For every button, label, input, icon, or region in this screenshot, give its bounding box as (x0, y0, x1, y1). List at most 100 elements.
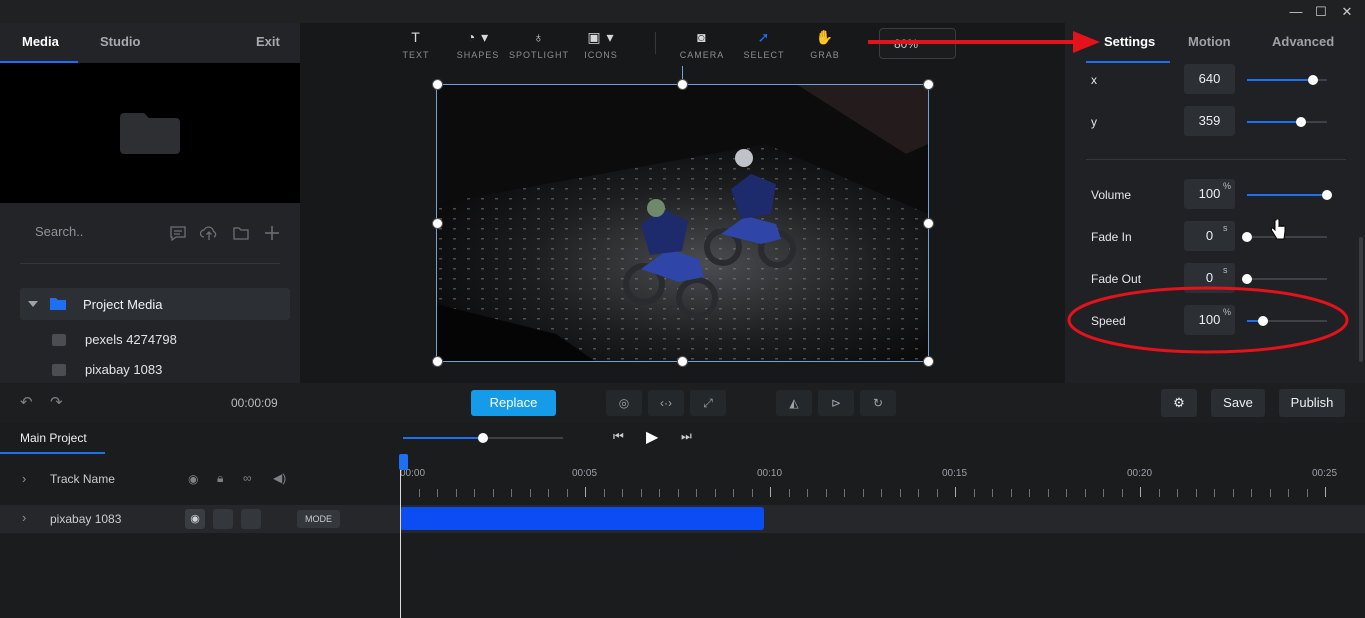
ruler-tick (1306, 489, 1308, 497)
tab-settings[interactable]: Settings (1104, 34, 1155, 49)
lock-toggle[interactable] (213, 509, 233, 529)
resize-handle-sw[interactable] (432, 356, 443, 367)
ruler-tick (1158, 489, 1160, 497)
media-item[interactable]: pexels 4274798 (52, 331, 252, 351)
ruler-tick (1269, 489, 1271, 497)
tool-grab[interactable]: ✋ GRAB (795, 30, 855, 60)
flip-vertical-icon[interactable]: ⊳ (818, 390, 854, 416)
slider-knob[interactable] (1322, 190, 1332, 200)
param-slider[interactable] (1247, 121, 1327, 123)
hand-cursor-icon (1270, 219, 1286, 240)
expand-icon[interactable]: ⤢ (690, 390, 726, 416)
tool-label: GRAB (810, 50, 840, 60)
skip-back-icon[interactable]: ⏮ (613, 429, 624, 444)
tool-shapes[interactable]: ◔ ▾ SHAPES (448, 30, 508, 60)
tool-icons[interactable]: ▣ ▾ ICONS (571, 30, 631, 60)
param-label: Fade In (1091, 230, 1132, 244)
playhead[interactable] (400, 455, 401, 618)
ruler-tick (992, 489, 993, 497)
playhead-handle[interactable] (399, 454, 408, 470)
ruler-tick (751, 489, 753, 497)
timeline-clip[interactable] (400, 507, 764, 530)
ruler-tick (918, 489, 919, 497)
tool-label: SHAPES (456, 50, 500, 60)
param-slider[interactable] (1247, 236, 1327, 238)
close-button[interactable]: ✕ (1337, 2, 1357, 22)
lock-icon[interactable]: 🔒︎ (217, 471, 223, 486)
target-icon[interactable]: ◎ (606, 390, 642, 416)
resize-handle-ne[interactable] (923, 79, 934, 90)
rotate-stem (682, 66, 683, 80)
exit-button[interactable]: Exit (256, 34, 280, 49)
tool-text[interactable]: T TEXT (386, 30, 446, 60)
tab-main-project[interactable]: Main Project (20, 431, 87, 445)
ruler-tick (492, 489, 494, 497)
flip-horizontal-icon[interactable]: ◭ (776, 390, 812, 416)
ruler-tick (696, 489, 697, 497)
resize-handle-se[interactable] (923, 356, 934, 367)
tool-spotlight[interactable]: ♁ SPOTLIGHT (509, 30, 569, 60)
tool-label: SPOTLIGHT (509, 50, 570, 60)
param-slider[interactable] (1247, 278, 1327, 280)
maximize-button[interactable]: ☐ (1311, 2, 1331, 22)
resize-handle-n[interactable] (677, 79, 688, 90)
slider-knob[interactable] (1307, 75, 1318, 85)
tab-motion[interactable]: Motion (1188, 34, 1231, 49)
redo-icon[interactable]: ↷ (50, 393, 63, 411)
param-input[interactable]: 100% (1184, 179, 1235, 209)
folder-icon (120, 113, 180, 154)
scrollbar[interactable] (1359, 237, 1363, 362)
cloud-upload-icon[interactable] (200, 224, 218, 242)
mode-button[interactable]: MODE (297, 510, 340, 528)
folder-outline-icon[interactable] (232, 224, 250, 242)
ruler-tick (1177, 489, 1178, 497)
resize-handle-w[interactable] (432, 218, 443, 229)
tool-camera[interactable]: ◙ CAMERA (672, 30, 732, 60)
tab-advanced[interactable]: Advanced (1272, 34, 1334, 49)
undo-icon[interactable]: ↶ (20, 393, 33, 411)
eye-icon[interactable]: ◉ (188, 472, 198, 486)
play-icon[interactable]: ▶ (646, 427, 658, 447)
ruler-tick (677, 489, 679, 497)
param-input[interactable]: 640 (1184, 64, 1235, 94)
resize-handle-s[interactable] (677, 356, 688, 367)
ruler-tick (1029, 489, 1030, 497)
resize-handle-e[interactable] (923, 218, 934, 229)
param-input[interactable]: 0s (1184, 221, 1235, 251)
slider-knob[interactable] (1242, 232, 1252, 242)
annotation-ellipse (1067, 286, 1349, 354)
tab-studio[interactable]: Studio (100, 34, 140, 49)
replace-button[interactable]: Replace (471, 390, 556, 416)
minimize-button[interactable]: — (1286, 2, 1306, 22)
comment-icon[interactable] (169, 224, 187, 242)
tab-media[interactable]: Media (22, 34, 59, 49)
chevron-right-icon[interactable]: › (22, 471, 26, 486)
add-icon[interactable] (263, 224, 281, 242)
ruler-tick (1288, 489, 1289, 497)
param-input[interactable]: 359 (1184, 106, 1235, 136)
search-input[interactable]: Search.. (35, 224, 83, 239)
param-label: Volume (1091, 188, 1132, 202)
caret-down-icon[interactable] (28, 300, 38, 308)
tool-select[interactable]: ➚ SELECT (734, 30, 794, 60)
binoculars-icon[interactable]: ∞ (243, 471, 252, 485)
project-media-folder[interactable]: Project Media (20, 288, 290, 320)
chevron-right-icon[interactable]: › (22, 510, 26, 525)
skip-forward-icon[interactable]: ⏭ (681, 429, 692, 444)
mute-toggle[interactable] (241, 509, 261, 529)
eye-icon[interactable]: ◉ (185, 509, 205, 529)
ruler-tick (1232, 489, 1234, 497)
rotate-icon[interactable]: ↻ (860, 390, 896, 416)
timeline-zoom-knob[interactable] (478, 433, 488, 443)
media-item[interactable]: pixabay 1083 (52, 361, 252, 381)
ruler-tick (1325, 487, 1326, 497)
publish-button[interactable]: Publish (1279, 389, 1345, 417)
volume-icon[interactable]: ◀) (273, 471, 286, 485)
slider-knob[interactable] (1242, 274, 1252, 284)
param-slider[interactable] (1247, 194, 1327, 196)
ruler-tick (1084, 489, 1086, 497)
fit-width-icon[interactable]: ‹·› (648, 390, 684, 416)
save-button[interactable]: Save (1211, 389, 1265, 417)
gear-icon[interactable]: ⚙ (1161, 389, 1197, 417)
resize-handle-nw[interactable] (432, 79, 443, 90)
